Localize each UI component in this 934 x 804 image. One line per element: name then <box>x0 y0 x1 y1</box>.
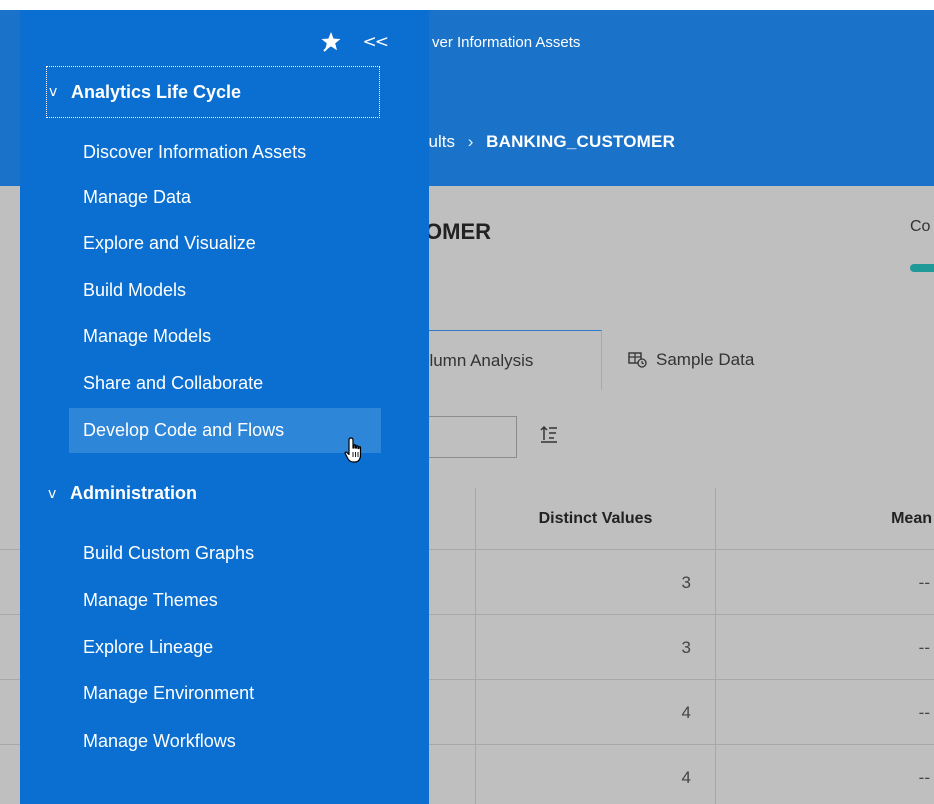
chevron-down-icon: v <box>48 485 57 502</box>
cell-distinct-values: 4 <box>681 767 691 787</box>
nav-item-manage-models[interactable]: Manage Models <box>69 314 381 359</box>
nav-item-label: Discover Information Assets <box>83 142 307 162</box>
section-administration[interactable]: v Administration <box>48 483 197 504</box>
nav-item-label: Develop Code and Flows <box>83 420 285 440</box>
breadcrumb-separator: › <box>467 132 474 151</box>
tab-label: olumn Analysis <box>420 350 534 370</box>
breadcrumb: sults › BANKING_CUSTOMER <box>420 132 675 152</box>
nav-item-build-custom-graphs[interactable]: Build Custom Graphs <box>69 531 381 576</box>
pin-icon[interactable] <box>319 30 343 54</box>
table-icon <box>628 351 648 369</box>
tab-sample-data[interactable]: Sample Data <box>628 330 754 390</box>
sort-icon[interactable] <box>540 424 558 444</box>
nav-panel-controls: << <box>319 30 389 54</box>
cell-distinct-values: 3 <box>681 572 691 592</box>
nav-item-label: Manage Environment <box>83 683 255 703</box>
nav-item-label: Manage Workflows <box>83 731 236 751</box>
nav-item-explore-lineage[interactable]: Explore Lineage <box>69 625 381 670</box>
tab-label: Sample Data <box>656 350 755 369</box>
section-title: Administration <box>70 483 198 503</box>
nav-item-share-and-collaborate[interactable]: Share and Collaborate <box>69 361 381 406</box>
cell-mean: -- <box>918 572 930 592</box>
cell-distinct-values: 3 <box>681 637 691 657</box>
nav-item-label: Build Custom Graphs <box>83 543 255 563</box>
nav-item-label: Explore and Visualize <box>83 233 256 253</box>
nav-item-manage-themes[interactable]: Manage Themes <box>69 578 381 623</box>
hand-pointer-cursor-icon <box>344 436 368 466</box>
nav-item-manage-environment[interactable]: Manage Environment <box>69 671 381 716</box>
nav-item-label: Build Models <box>83 280 187 300</box>
nav-item-build-models[interactable]: Build Models <box>69 268 381 313</box>
nav-item-label: Share and Collaborate <box>83 373 264 393</box>
section-analytics-life-cycle[interactable]: v Analytics Life Cycle <box>46 66 380 118</box>
nav-item-manage-workflows[interactable]: Manage Workflows <box>69 719 381 764</box>
page-title: OMER <box>425 219 491 244</box>
completeness-progress-bar <box>910 264 934 272</box>
nav-item-label: Manage Themes <box>83 590 218 610</box>
column-header-mean[interactable]: Mean <box>716 488 934 550</box>
cell-mean: -- <box>918 637 930 657</box>
nav-item-label: Manage Models <box>83 326 212 346</box>
nav-item-manage-data[interactable]: Manage Data <box>69 175 381 220</box>
cell-distinct-values: 4 <box>681 702 691 722</box>
chevron-down-icon: v <box>49 84 58 100</box>
column-header-distinct-values[interactable]: Distinct Values <box>476 488 715 550</box>
nav-item-explore-and-visualize[interactable]: Explore and Visualize <box>69 221 381 266</box>
breadcrumb-current: BANKING_CUSTOMER <box>486 132 676 151</box>
nav-item-develop-code-and-flows[interactable]: Develop Code and Flows <box>69 408 381 453</box>
cell-mean: -- <box>918 702 930 722</box>
section-title: Analytics Life Cycle <box>71 81 242 102</box>
double-chevron-left-icon[interactable]: << <box>363 32 389 52</box>
app-title: ver Information Assets <box>432 34 581 51</box>
nav-item-discover-information-assets[interactable]: Discover Information Assets <box>69 130 381 175</box>
nav-item-label: Explore Lineage <box>83 637 214 657</box>
nav-item-label: Manage Data <box>83 187 192 207</box>
navigation-flyout: << v Analytics Life Cycle Discover Infor… <box>20 10 429 804</box>
completeness-label: Co <box>910 218 931 235</box>
cell-mean: -- <box>918 767 930 787</box>
tab-column-analysis[interactable]: olumn Analysis <box>412 330 602 390</box>
